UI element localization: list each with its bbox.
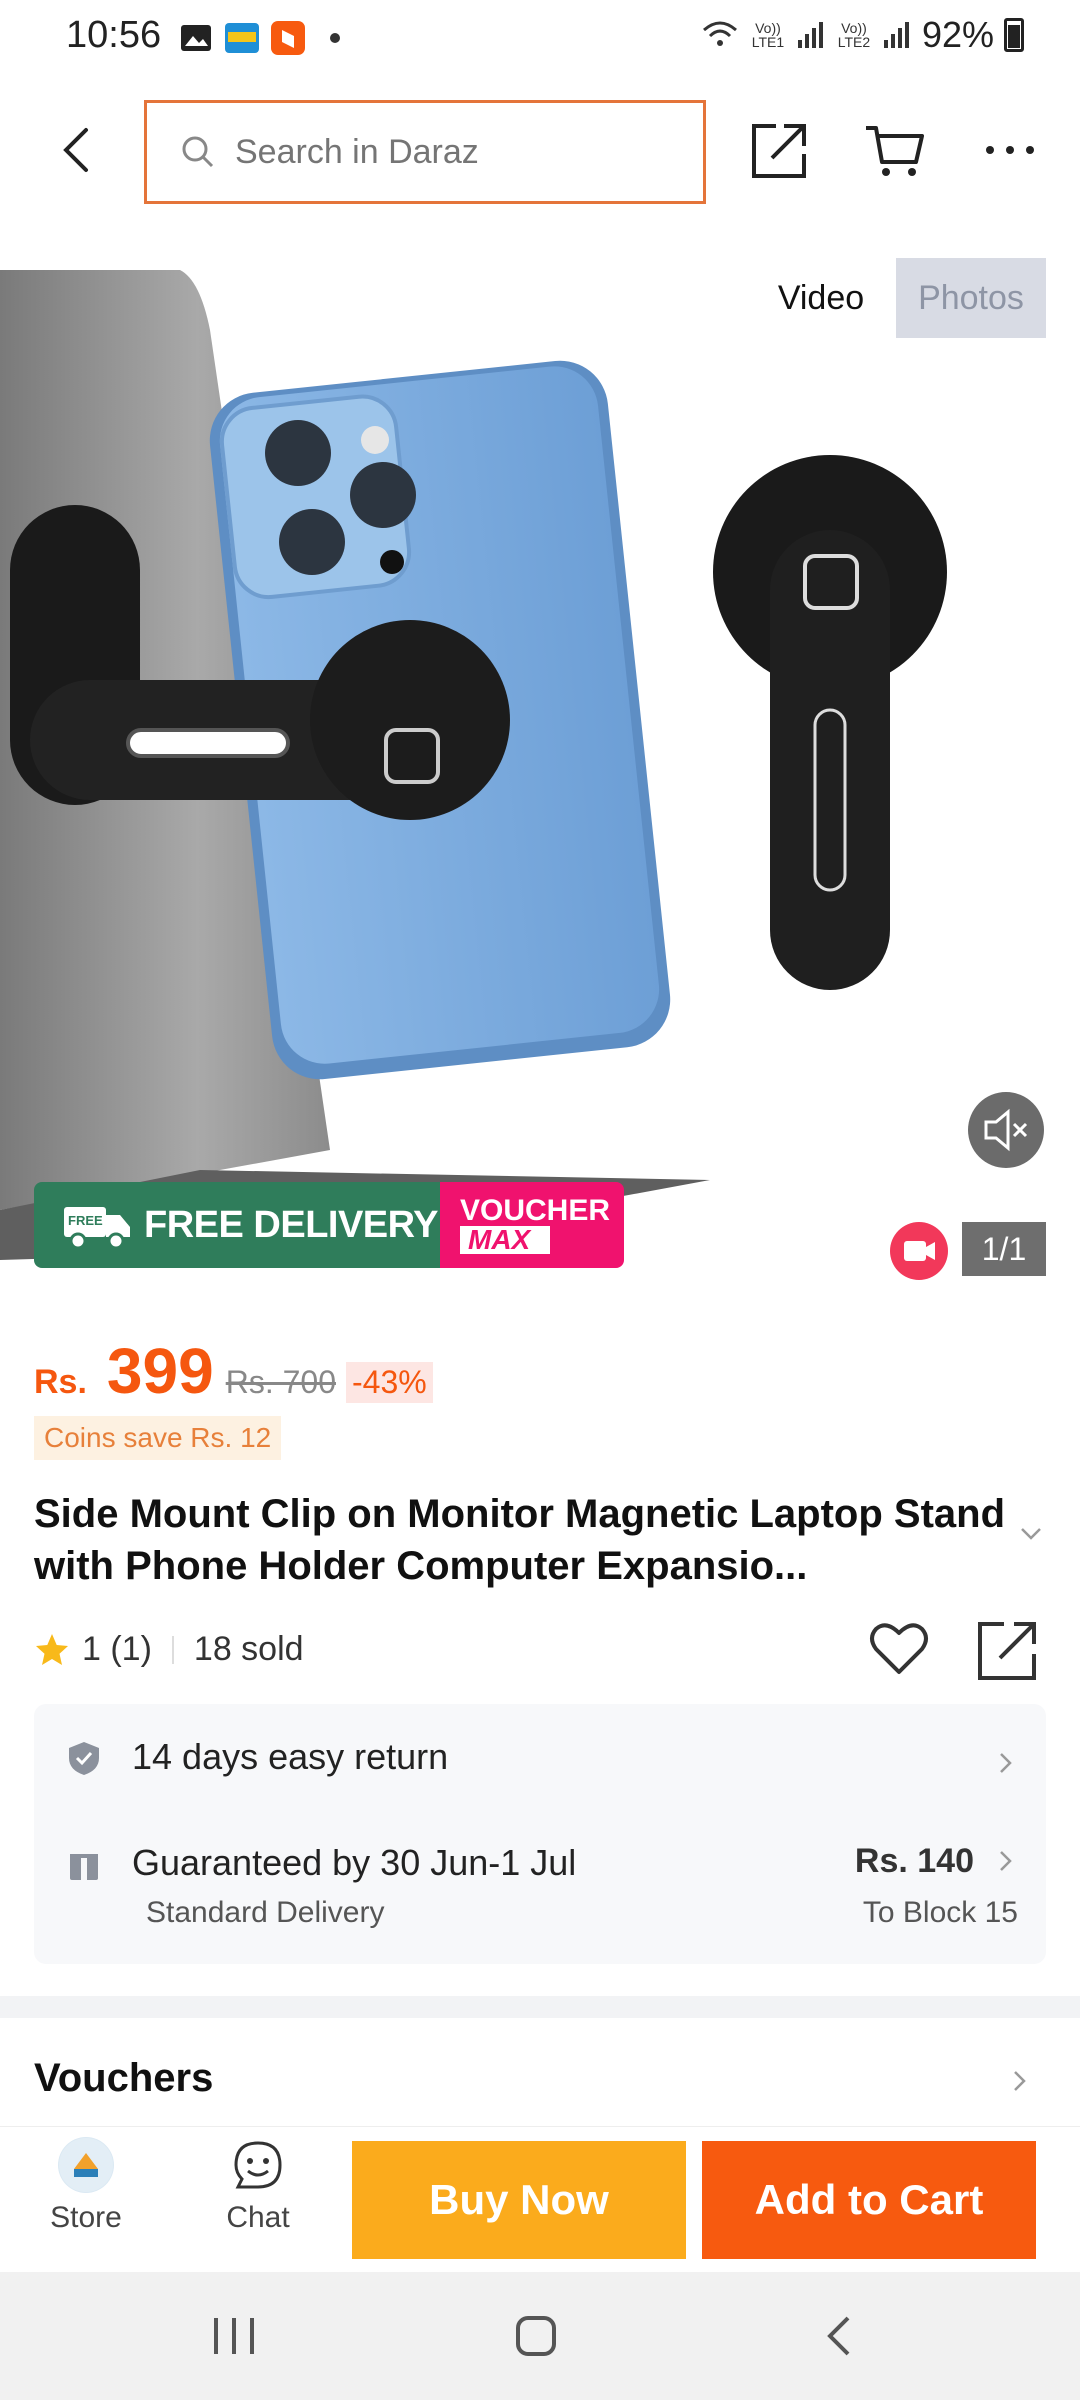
system-navigation-bar bbox=[0, 2272, 1080, 2400]
coins-badge: Coins save Rs. 12 bbox=[34, 1416, 282, 1460]
share-icon[interactable] bbox=[976, 1618, 1040, 1682]
delivery-fee: Rs. 140 bbox=[854, 1842, 974, 1880]
free-delivery-banner: FREE FREE DELIVERY VOUCHER MAX bbox=[34, 1182, 624, 1268]
delivery-type: Standard Delivery bbox=[146, 1896, 385, 1929]
back-nav-icon[interactable] bbox=[820, 2312, 860, 2360]
game-app-icon bbox=[225, 23, 259, 53]
battery-percent: 92% bbox=[921, 14, 994, 55]
old-price: Rs. 700 bbox=[225, 1364, 336, 1400]
price-row: Rs. 399 Rs. 700 -43% bbox=[34, 1334, 433, 1408]
store-label: Store bbox=[50, 2201, 122, 2234]
voucher-text: VOUCHER bbox=[460, 1194, 611, 1227]
product-media[interactable]: Video Photos FREE FREE DELIVERY VOUCHER … bbox=[0, 250, 1080, 1300]
more-icon[interactable] bbox=[978, 118, 1042, 182]
gallery-icon bbox=[181, 25, 211, 51]
price: 399 bbox=[106, 1335, 214, 1407]
truck-icon: FREE bbox=[64, 1207, 130, 1249]
chat-label: Chat bbox=[226, 2201, 290, 2234]
tab-video[interactable]: Video bbox=[746, 258, 896, 338]
chevron-right-icon[interactable] bbox=[1010, 2066, 1030, 2096]
home-icon[interactable] bbox=[512, 2312, 560, 2360]
chat-icon bbox=[234, 2141, 282, 2189]
star-icon bbox=[36, 1633, 68, 1665]
return-policy-row[interactable]: 14 days easy return bbox=[34, 1734, 1046, 1794]
rating-row[interactable]: 1 (1) 18 sold bbox=[34, 1630, 304, 1669]
search-icon bbox=[182, 136, 214, 168]
sim2-label: Vo)) LTE2 bbox=[837, 20, 871, 50]
tab-photos[interactable]: Photos bbox=[896, 258, 1046, 338]
cart-icon[interactable] bbox=[862, 118, 926, 182]
back-icon[interactable] bbox=[48, 120, 108, 180]
product-title[interactable]: Side Mount Clip on Monitor Magnetic Lapt… bbox=[34, 1488, 1014, 1592]
media-counter: 1/1 bbox=[962, 1222, 1046, 1276]
delivery-date: Guaranteed by 30 Jun-1 Jul bbox=[132, 1842, 577, 1883]
vouchers-title[interactable]: Vouchers bbox=[34, 2056, 213, 2101]
section-divider bbox=[0, 1996, 1080, 2018]
discount-badge: -43% bbox=[345, 1362, 433, 1403]
chevron-right-icon bbox=[1000, 1851, 1012, 1871]
truck-free-label: FREE bbox=[68, 1213, 103, 1228]
buy-now-button[interactable]: Buy Now bbox=[352, 2141, 686, 2259]
wishlist-heart-icon[interactable] bbox=[868, 1620, 930, 1678]
top-header bbox=[0, 90, 1080, 220]
share-icon[interactable] bbox=[748, 118, 812, 182]
status-bar: 10:56 Vo)) LTE1 Vo)) LTE2 92% bbox=[0, 0, 1080, 80]
chat-button[interactable]: Chat bbox=[198, 2137, 318, 2235]
chevron-right-icon bbox=[1000, 1753, 1012, 1773]
mute-icon[interactable] bbox=[968, 1092, 1044, 1168]
delivery-destination: To Block 15 bbox=[862, 1896, 1018, 1929]
store-button[interactable]: Store bbox=[26, 2137, 146, 2235]
search-box[interactable] bbox=[144, 100, 706, 204]
currency: Rs. bbox=[34, 1363, 87, 1401]
delivery-row[interactable]: Guaranteed by 30 Jun-1 Jul Standard Deli… bbox=[34, 1842, 1046, 1942]
search-input[interactable] bbox=[235, 132, 675, 172]
recent-apps-icon[interactable] bbox=[208, 2312, 264, 2360]
sim1-label: Vo)) LTE1 bbox=[751, 20, 785, 50]
wifi-icon bbox=[702, 21, 737, 46]
free-delivery-text: FREE DELIVERY bbox=[144, 1203, 439, 1246]
sold-count: 18 sold bbox=[193, 1630, 304, 1668]
media-tabs: Video Photos bbox=[746, 258, 1046, 338]
battery-icon bbox=[1004, 18, 1024, 52]
service-info: 14 days easy return Guaranteed by 30 Jun… bbox=[34, 1704, 1046, 1964]
signal-1-icon bbox=[796, 20, 826, 50]
voucher-max-text: MAX bbox=[460, 1226, 550, 1254]
bottom-action-bar: Store Chat Buy Now Add to Cart bbox=[0, 2126, 1080, 2272]
add-to-cart-button[interactable]: Add to Cart bbox=[702, 2141, 1036, 2259]
notification-dot bbox=[330, 33, 340, 43]
package-icon bbox=[70, 1854, 98, 1880]
daraz-app-icon bbox=[271, 21, 305, 55]
signal-2-icon bbox=[882, 20, 912, 50]
return-text: 14 days easy return bbox=[132, 1736, 449, 1777]
chevron-down-icon[interactable] bbox=[1016, 1524, 1046, 1544]
product-image bbox=[0, 270, 947, 1260]
store-logo-icon bbox=[58, 2137, 114, 2193]
video-icon[interactable] bbox=[890, 1222, 948, 1280]
status-time: 10:56 bbox=[66, 14, 162, 56]
rating-value: 1 (1) bbox=[82, 1630, 152, 1668]
shield-check-icon bbox=[69, 1742, 99, 1775]
